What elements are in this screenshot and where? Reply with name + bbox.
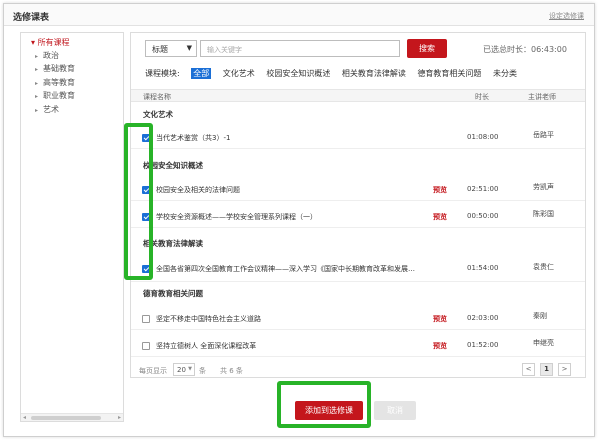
- chevron-down-icon: ▼: [188, 366, 192, 372]
- course-teacher: 秦刚: [533, 312, 547, 320]
- course-list: 文化艺术 当代艺术鉴赏（共3）-1 01:08:00 岳路平 校园安全知识概述 …: [131, 103, 585, 361]
- course-teacher: 陈彩国: [533, 210, 554, 218]
- search-field-select[interactable]: 标题 ▼: [145, 40, 197, 57]
- module-filter-label: 课程模块:: [145, 69, 180, 78]
- list-header: 课程名称 时长 主讲老师: [131, 89, 585, 102]
- course-duration: 02:51:00: [467, 185, 499, 193]
- list-item: 全国各省第四次全国教育工作会议精神——深入学习《国家中长期教育改革和发展规划纲要…: [131, 256, 585, 282]
- course-duration: 02:03:00: [467, 314, 499, 322]
- course-duration: 01:52:00: [467, 341, 499, 349]
- module-tab-culture-art[interactable]: 文化艺术: [223, 68, 255, 79]
- header-duration: 时长: [475, 93, 489, 101]
- dialog-window: 选修课表 设定选修课 ▾ 所有课程 ▸ 政治 ▸ 基础教育 ▸ 高等教育 ▸ 职业教育 …: [3, 3, 595, 437]
- selected-total-duration: 已选总时长：06:43:00: [483, 45, 567, 54]
- list-item: 校园安全及相关的法律问题 预览 02:51:00 劳凯声: [131, 179, 585, 201]
- page-number-button[interactable]: 1: [540, 363, 553, 376]
- course-checkbox[interactable]: [142, 213, 150, 221]
- header-course-name: 课程名称: [143, 93, 171, 101]
- course-name[interactable]: 学校安全资源概述——学校安全管理系列课程（一）: [156, 212, 418, 222]
- group-title: 德育教育相关问题: [143, 289, 203, 298]
- course-name[interactable]: 坚持立德树人 全面深化课程改革: [156, 341, 418, 351]
- course-checkbox[interactable]: [142, 186, 150, 194]
- course-name[interactable]: 坚定不移走中国特色社会主义道路: [156, 314, 418, 324]
- module-tab-campus-safety[interactable]: 校园安全知识概述: [266, 68, 330, 79]
- preview-link[interactable]: 预览: [433, 185, 447, 195]
- search-input[interactable]: 输入关键字: [200, 40, 400, 57]
- preview-link[interactable]: 预览: [433, 314, 447, 324]
- cancel-button[interactable]: 取消: [374, 401, 416, 420]
- course-name[interactable]: 校园安全及相关的法律问题: [156, 185, 418, 195]
- tree-item-basic-education[interactable]: ▸ 基础教育: [35, 63, 75, 76]
- course-teacher: 袁贵仁: [533, 263, 554, 271]
- group-title: 文化艺术: [143, 110, 173, 119]
- course-teacher: 岳路平: [533, 131, 554, 139]
- course-checkbox[interactable]: [142, 342, 150, 350]
- per-page-label: 每页显示: [139, 367, 167, 375]
- module-tab-all[interactable]: 全部: [191, 68, 212, 79]
- tree-caret-icon[interactable]: ▸: [35, 66, 43, 73]
- category-tree: ▾ 所有课程 ▸ 政治 ▸ 基础教育 ▸ 高等教育 ▸ 职业教育 ▸ 艺术 ◂ ▸: [20, 32, 124, 422]
- next-page-button[interactable]: >: [558, 363, 571, 376]
- module-filter: 课程模块: 全部 文化艺术 校园安全知识概述 相关教育法律解读 德育教育相关问题…: [145, 68, 526, 80]
- list-item: 坚持立德树人 全面深化课程改革 预览 01:52:00 申继亮: [131, 335, 585, 357]
- sidebar-horizontal-scrollbar[interactable]: ◂ ▸: [21, 413, 123, 421]
- chevron-down-icon: ▼: [186, 44, 192, 52]
- list-item: 当代艺术鉴赏（共3）-1 01:08:00 岳路平: [131, 127, 585, 149]
- list-item: 学校安全资源概述——学校安全管理系列课程（一） 预览 00:50:00 陈彩国: [131, 206, 585, 228]
- tree-caret-icon[interactable]: ▸: [35, 107, 43, 114]
- tree-caret-icon[interactable]: ▸: [35, 80, 43, 87]
- scroll-left-icon[interactable]: ◂: [23, 414, 26, 421]
- set-elective-link[interactable]: 设定选修课: [549, 11, 584, 21]
- dialog-header: 选修课表 设定选修课: [4, 4, 594, 26]
- course-checkbox[interactable]: [142, 134, 150, 142]
- course-panel: 标题 ▼ 输入关键字 搜索 已选总时长：06:43:00 课程模块: 全部 文化…: [130, 32, 586, 378]
- tree-item-politics[interactable]: ▸ 政治: [35, 50, 75, 63]
- module-tab-uncategorized[interactable]: 未分类: [493, 68, 517, 79]
- tree-item-higher-education[interactable]: ▸ 高等教育: [35, 77, 75, 90]
- scroll-thumb[interactable]: [31, 416, 101, 420]
- course-name[interactable]: 当代艺术鉴赏（共3）-1: [156, 133, 418, 143]
- group-title: 校园安全知识概述: [143, 161, 203, 170]
- per-page-unit: 条: [199, 367, 206, 375]
- search-button[interactable]: 搜索: [407, 39, 447, 58]
- dialog-title: 选修课表: [13, 13, 50, 23]
- list-item: 坚定不移走中国特色社会主义道路 预览 02:03:00 秦刚: [131, 308, 585, 330]
- module-tab-education-law[interactable]: 相关教育法律解读: [342, 68, 406, 79]
- module-tab-moral-education[interactable]: 德育教育相关问题: [417, 68, 481, 79]
- course-duration: 01:08:00: [467, 133, 499, 141]
- course-teacher: 申继亮: [533, 339, 554, 347]
- course-checkbox[interactable]: [142, 265, 150, 273]
- course-teacher: 劳凯声: [533, 183, 554, 191]
- pagination: 每页显示 20 ▼ 条 共 6 条 < 1 >: [131, 363, 585, 377]
- tree-item-art[interactable]: ▸ 艺术: [35, 104, 75, 117]
- prev-page-button[interactable]: <: [522, 363, 535, 376]
- preview-link[interactable]: 预览: [433, 212, 447, 222]
- course-checkbox[interactable]: [142, 315, 150, 323]
- course-duration: 00:50:00: [467, 212, 499, 220]
- total-count: 共 6 条: [220, 367, 243, 375]
- tree-caret-icon[interactable]: ▸: [35, 93, 43, 100]
- course-duration: 01:54:00: [467, 264, 499, 272]
- per-page-select[interactable]: 20 ▼: [173, 363, 195, 376]
- preview-link[interactable]: 预览: [433, 341, 447, 351]
- add-to-elective-button[interactable]: 添加到选修课: [295, 401, 363, 420]
- group-title: 相关教育法律解读: [143, 239, 203, 248]
- header-teacher: 主讲老师: [528, 93, 556, 101]
- tree-caret-icon[interactable]: ▸: [35, 53, 43, 60]
- tree-item-vocational-education[interactable]: ▸ 职业教育: [35, 90, 75, 103]
- scroll-right-icon[interactable]: ▸: [118, 414, 121, 421]
- course-name[interactable]: 全国各省第四次全国教育工作会议精神——深入学习《国家中长期教育改革和发展规划纲要…: [156, 264, 418, 274]
- tree-root-all-courses[interactable]: ▾ 所有课程: [31, 37, 70, 48]
